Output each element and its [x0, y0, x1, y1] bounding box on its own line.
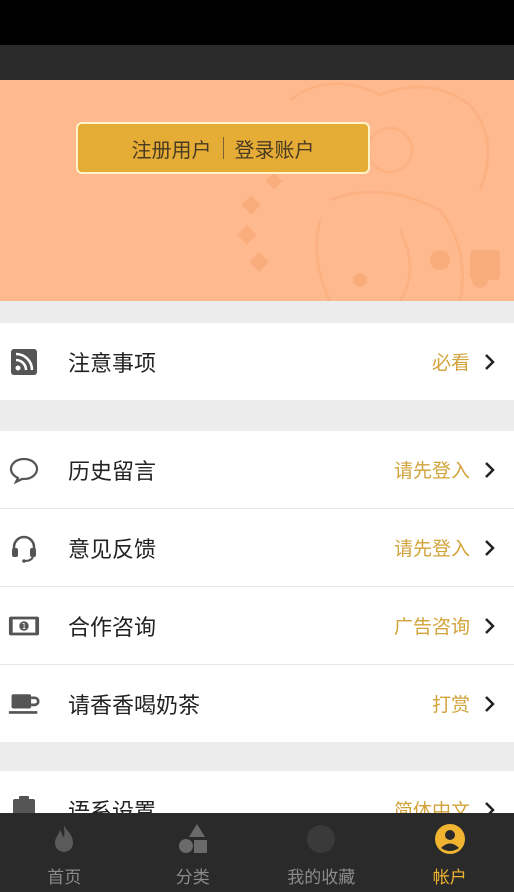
menu-item-label: 合作咨询 [68, 615, 157, 641]
money-icon: 1 [8, 610, 40, 642]
menu-item-donate[interactable]: 请香香喝奶茶 打赏 [0, 665, 514, 742]
chevron-right-icon [485, 353, 495, 370]
chevron-right-icon [485, 461, 495, 478]
tab-categories[interactable]: 分类 [129, 813, 258, 892]
tab-label: 分类 [175, 868, 210, 888]
favorite-icon [305, 823, 337, 855]
tab-label: 我的收藏 [287, 868, 356, 888]
anime-character-illustration [237, 82, 500, 301]
tab-favorites[interactable]: 我的收藏 [257, 813, 386, 892]
chevron-right-icon [485, 539, 495, 556]
tab-label: 首页 [47, 868, 82, 888]
top-bar [0, 45, 514, 80]
tab-home[interactable]: 首页 [0, 813, 129, 892]
profile-banner: 注册用户 登录账户 [0, 80, 514, 301]
menu-item-value: 必看 [431, 352, 470, 374]
register-link[interactable]: 注册用户 [132, 134, 212, 163]
menu-item-value: 请先登入 [393, 538, 470, 560]
bottom-tab-bar: 首页 分类 我的收藏 帐户 [0, 813, 514, 892]
menu-item-cooperation[interactable]: 1 合作咨询 广告咨询 [0, 587, 514, 665]
login-link[interactable]: 登录账户 [235, 134, 315, 163]
coffee-cup-icon [8, 688, 40, 720]
svg-text:1: 1 [22, 621, 27, 630]
auth-button: 注册用户 登录账户 [76, 122, 370, 174]
menu-item-history[interactable]: 历史留言 请先登入 [0, 431, 514, 509]
tab-label: 帐户 [432, 868, 467, 888]
menu-group-notices: 注意事项 必看 [0, 323, 514, 400]
chevron-right-icon [485, 617, 495, 634]
user-circle-icon [434, 823, 466, 855]
menu-item-label: 请香香喝奶茶 [68, 693, 201, 719]
rss-icon [8, 346, 40, 378]
menu-item-value: 打赏 [431, 694, 470, 716]
status-bar [0, 0, 514, 45]
tab-account[interactable]: 帐户 [386, 813, 514, 892]
menu-item-value: 请先登入 [393, 460, 470, 482]
menu-item-value: 广告咨询 [393, 616, 470, 638]
chat-bubble-icon [8, 454, 40, 486]
divider [222, 137, 224, 159]
menu-item-label: 注意事项 [68, 351, 157, 377]
flame-icon [48, 823, 80, 855]
menu-item-label: 历史留言 [68, 459, 157, 485]
chevron-right-icon [485, 695, 495, 712]
menu-item-feedback[interactable]: 意见反馈 请先登入 [0, 509, 514, 587]
menu-item-label: 意见反馈 [68, 537, 157, 563]
menu-group-account: 历史留言 请先登入 意见反馈 请先登入 1 合作咨询 广告咨询 请香香喝奶茶 打… [0, 431, 514, 742]
menu-item-notices[interactable]: 注意事项 必看 [0, 323, 514, 400]
headset-icon [8, 532, 40, 564]
shapes-icon [177, 823, 209, 855]
